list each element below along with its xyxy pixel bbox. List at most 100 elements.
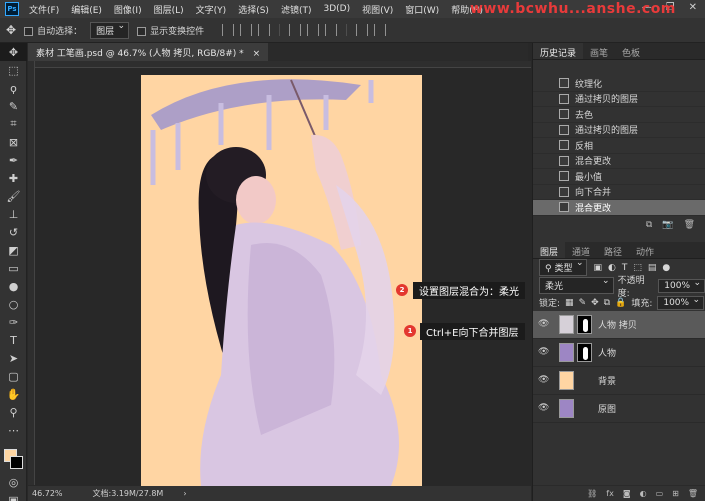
horizontal-ruler[interactable]	[28, 61, 531, 68]
camera-snapshot-icon[interactable]: 📷	[662, 220, 673, 234]
auto-select-dropdown[interactable]: 图层	[90, 21, 130, 39]
align-top-icon[interactable]	[222, 24, 235, 36]
menu-file[interactable]: 文件(F)	[29, 3, 59, 16]
document-canvas-image[interactable]	[141, 75, 422, 486]
tab-history[interactable]: 历史记录	[533, 43, 584, 59]
type-tool-icon[interactable]: T	[0, 331, 27, 349]
hand-tool-icon[interactable]: ✋	[0, 385, 27, 403]
layer-row[interactable]: 👁 人物	[533, 339, 705, 367]
zoom-level[interactable]: 46.72%	[32, 489, 63, 498]
layer-row[interactable]: 👁 背景	[533, 367, 705, 395]
filter-shape-icon[interactable]: ⬚	[633, 263, 642, 273]
background-color-swatch[interactable]	[10, 456, 23, 469]
add-mask-icon[interactable]: ◙	[623, 489, 631, 498]
healing-brush-tool-icon[interactable]: ✚	[0, 169, 27, 187]
menu-view[interactable]: 视图(V)	[362, 3, 393, 16]
blur-tool-icon[interactable]: ●	[0, 277, 27, 295]
close-icon[interactable]: ✕	[689, 2, 697, 13]
layer-row[interactable]: 👁 原图	[533, 395, 705, 423]
move-tool-icon[interactable]: ✥	[0, 43, 27, 61]
new-group-icon[interactable]: ▭	[656, 489, 664, 498]
new-layer-icon[interactable]: ⊞	[672, 489, 679, 498]
eraser-tool-icon[interactable]: ◩	[0, 241, 27, 259]
visibility-eye-icon[interactable]: 👁	[538, 319, 549, 329]
filter-pixel-icon[interactable]: ▣	[593, 263, 602, 273]
history-item[interactable]: 最小值	[533, 169, 705, 185]
lock-image-icon[interactable]: ✎	[579, 298, 587, 308]
lock-transparent-icon[interactable]: ▦	[565, 298, 574, 308]
history-item[interactable]: 通过拷贝的图层	[533, 123, 705, 138]
lasso-tool-icon[interactable]: ϙ	[0, 79, 27, 97]
screen-mode-icon[interactable]: ▣	[0, 491, 27, 501]
clone-stamp-tool-icon[interactable]: ⊥	[0, 205, 27, 223]
visibility-eye-icon[interactable]: 👁	[538, 375, 549, 385]
dodge-tool-icon[interactable]: ○	[0, 295, 27, 313]
tab-actions[interactable]: 动作	[629, 242, 661, 258]
tab-brushes[interactable]: 画笔	[583, 43, 615, 59]
fill-input[interactable]: 100%	[657, 295, 705, 310]
align-hcenter-icon[interactable]	[307, 24, 320, 36]
history-item[interactable]: 向下合并	[533, 185, 705, 200]
eyedropper-tool-icon[interactable]: ✒	[0, 151, 27, 169]
more-tools-icon[interactable]: ⋯	[0, 421, 27, 439]
close-tab-icon[interactable]: ×	[253, 49, 261, 59]
filter-type-icon[interactable]: T	[622, 263, 628, 273]
move-tool-preset-icon[interactable]: ✥	[6, 23, 16, 37]
snapshot-from-state-icon[interactable]: ⧉	[646, 220, 652, 234]
document-tab[interactable]: 素材 工笔画.psd @ 46.7% (人物 拷贝, RGB/8#) * ×	[28, 43, 269, 61]
vertical-ruler[interactable]	[28, 61, 35, 485]
quick-mask-icon[interactable]: ◎	[0, 473, 27, 491]
layer-mask-thumbnail[interactable]	[577, 314, 592, 334]
brush-tool-icon[interactable]: 🖌	[0, 187, 27, 205]
document-info[interactable]: 文档:3.19M/27.8M	[93, 488, 164, 499]
history-item[interactable]: 纹理化	[533, 76, 705, 92]
menu-3d[interactable]: 3D(D)	[323, 4, 350, 14]
menu-layer[interactable]: 图层(L)	[154, 3, 184, 16]
opacity-input[interactable]: 100%	[658, 278, 705, 293]
gradient-tool-icon[interactable]: ▭	[0, 259, 27, 277]
distribute-2-icon[interactable]	[374, 24, 387, 36]
lock-all-icon[interactable]: 🔒	[615, 298, 626, 308]
menu-select[interactable]: 选择(S)	[238, 3, 269, 16]
filter-adjust-icon[interactable]: ◐	[608, 263, 616, 273]
status-arrow-icon[interactable]: ›	[183, 489, 186, 498]
quick-select-tool-icon[interactable]: ✎	[0, 97, 27, 115]
menu-edit[interactable]: 编辑(E)	[71, 3, 102, 16]
delete-state-icon[interactable]: 🗑	[684, 220, 695, 234]
distribute-icon[interactable]	[356, 24, 369, 36]
align-right-icon[interactable]	[325, 24, 338, 36]
filter-smart-icon[interactable]: ▤	[648, 263, 657, 273]
fx-icon[interactable]: fx	[606, 489, 614, 498]
delete-layer-icon[interactable]: 🗑	[688, 489, 698, 498]
auto-select-checkbox[interactable]: 自动选择：	[24, 24, 82, 37]
history-item[interactable]: 通过拷贝的图层	[533, 92, 705, 107]
menu-filter[interactable]: 滤镜(T)	[281, 3, 312, 16]
layer-row[interactable]: 👁 人物 拷贝	[533, 310, 705, 339]
link-layers-icon[interactable]: ⛓	[587, 489, 597, 498]
align-bottom-icon[interactable]	[258, 24, 271, 36]
lock-position-icon[interactable]: ✥	[591, 298, 599, 308]
filter-toggle-icon[interactable]: ●	[662, 263, 670, 273]
layer-mask-thumbnail[interactable]	[577, 342, 592, 362]
align-left-icon[interactable]	[289, 24, 302, 36]
blend-mode-dropdown[interactable]: 柔光	[539, 276, 614, 294]
photoshop-logo-icon[interactable]: Ps	[5, 2, 19, 16]
history-item[interactable]: 去色	[533, 107, 705, 123]
history-brush-tool-icon[interactable]: ↺	[0, 223, 27, 241]
tab-channels[interactable]: 通道	[565, 242, 597, 258]
pen-tool-icon[interactable]: ✑	[0, 313, 27, 331]
menu-type[interactable]: 文字(Y)	[196, 3, 227, 16]
tab-paths[interactable]: 路径	[597, 242, 629, 258]
history-item[interactable]: 反相	[533, 138, 705, 154]
marquee-tool-icon[interactable]: ⬚	[0, 61, 27, 79]
tab-swatches[interactable]: 色板	[615, 43, 647, 59]
tab-layers[interactable]: 图层	[533, 241, 566, 258]
adjustment-layer-icon[interactable]: ◐	[640, 489, 647, 498]
visibility-eye-icon[interactable]: 👁	[538, 403, 549, 413]
layer-filter-kind[interactable]: ⚲ 类型	[539, 258, 588, 276]
history-item[interactable]: 混合更改	[533, 154, 705, 169]
zoom-tool-icon[interactable]: ⚲	[0, 403, 27, 421]
menu-image[interactable]: 图像(I)	[114, 3, 142, 16]
shape-tool-icon[interactable]: ▢	[0, 367, 27, 385]
frame-tool-icon[interactable]: ⊠	[0, 133, 27, 151]
